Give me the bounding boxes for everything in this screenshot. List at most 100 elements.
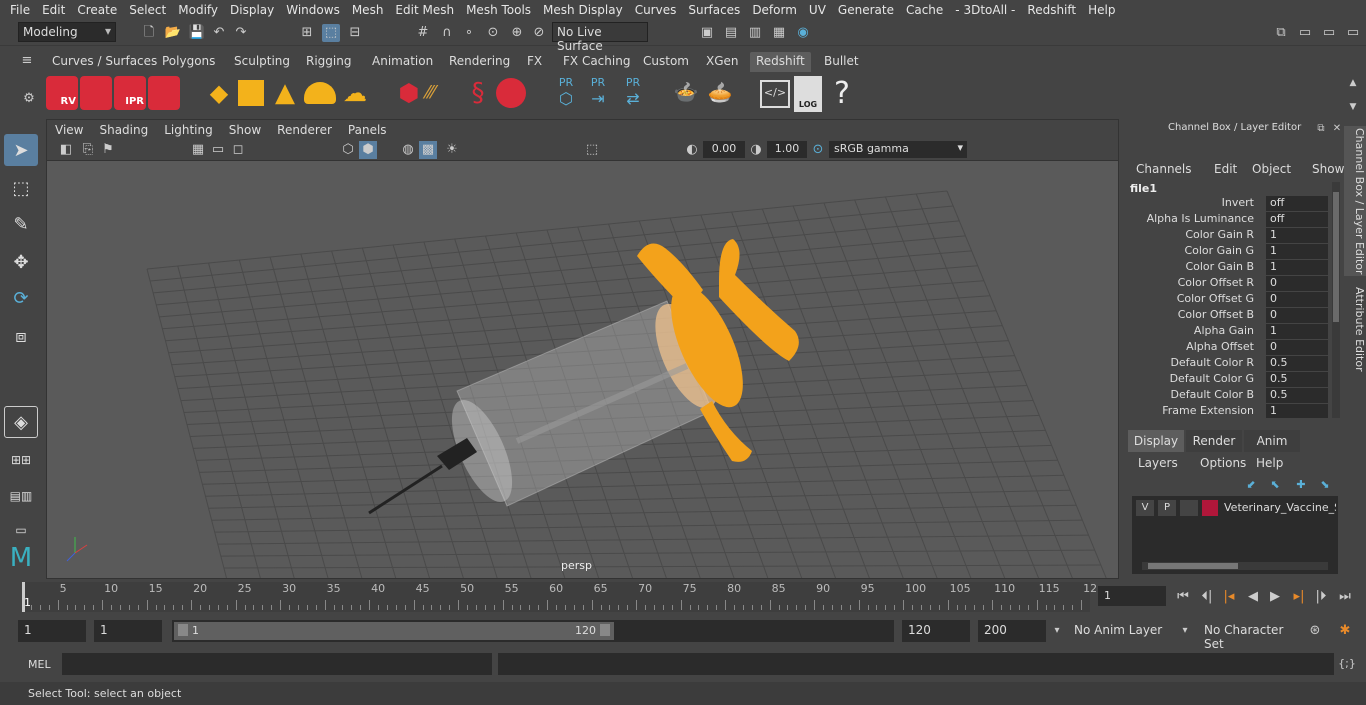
- layer-menu-help[interactable]: Help: [1256, 456, 1283, 470]
- channel-attr-row[interactable]: Color Offset B 0: [1122, 308, 1332, 324]
- rs-pr-button-2[interactable]: PR ⇥: [586, 76, 610, 110]
- menu-modify[interactable]: Modify: [172, 3, 224, 17]
- lasso-tool-icon[interactable]: ⬚: [4, 172, 38, 204]
- character-set-select[interactable]: No Character Set: [1198, 620, 1298, 651]
- snap-point-icon[interactable]: ∘: [460, 24, 478, 42]
- time-ruler[interactable]: 5 10 15 20 25 30 35 40 45 50 55 60 65 70 75 80 85 90 95 100…: [22, 582, 1097, 612]
- viewport-menu-view[interactable]: View: [47, 123, 91, 137]
- mode-selector[interactable]: Modeling ▾: [18, 22, 116, 42]
- menu-edit-mesh[interactable]: Edit Mesh: [389, 3, 460, 17]
- viewport-menu-renderer[interactable]: Renderer: [269, 123, 340, 137]
- channel-attr-value[interactable]: 1: [1266, 244, 1328, 259]
- attr-scrollbar[interactable]: [1332, 182, 1340, 418]
- channel-attr-row[interactable]: Default Color G 0.5: [1122, 372, 1332, 388]
- channel-menu-show[interactable]: Show: [1312, 162, 1344, 176]
- rs-sphere-icon[interactable]: [496, 78, 526, 108]
- layer-move-icon[interactable]: ⬉: [1266, 476, 1284, 494]
- rs-proxy-icon[interactable]: ⬢: [396, 78, 422, 108]
- menu-mesh[interactable]: Mesh: [346, 3, 390, 17]
- select-object-icon[interactable]: ⬚: [322, 24, 340, 42]
- film-gate-icon[interactable]: ▭: [209, 141, 227, 159]
- channel-attr-row[interactable]: Default Color R 0.5: [1122, 356, 1332, 372]
- go-to-start-icon[interactable]: ⏮: [1174, 588, 1192, 606]
- open-scene-icon[interactable]: 📂: [164, 24, 182, 42]
- isolate-icon[interactable]: ⬚: [583, 141, 601, 159]
- redo-icon[interactable]: ↷: [232, 24, 250, 42]
- step-forward-key-icon[interactable]: |⏵: [1312, 588, 1330, 606]
- rs-log-icon[interactable]: LOG: [794, 76, 822, 112]
- play-forward-icon[interactable]: ▶: [1266, 588, 1284, 606]
- chevron-down-icon[interactable]: ▾: [1176, 622, 1194, 640]
- channel-attr-row[interactable]: Default Color B 0.5: [1122, 388, 1332, 404]
- shelf-tab-polygons[interactable]: Polygons: [156, 52, 221, 72]
- snap-grid-icon[interactable]: #: [414, 24, 432, 42]
- menu-cache[interactable]: Cache: [900, 3, 949, 17]
- lighting-icon[interactable]: ☀: [443, 141, 461, 159]
- perspective-viewport[interactable]: View Shading Lighting Show Renderer Panels ◧ …: [46, 119, 1119, 579]
- select-tool-icon[interactable]: ➤: [4, 134, 38, 166]
- channel-menu-object[interactable]: Object: [1252, 162, 1291, 176]
- step-back-frame-icon[interactable]: |◂: [1220, 588, 1238, 606]
- channel-attr-value[interactable]: 1: [1266, 228, 1328, 243]
- snap-magnet-icon[interactable]: ⊘: [530, 24, 548, 42]
- viewport-menu-panels[interactable]: Panels: [340, 123, 395, 137]
- layer-add-selected-icon[interactable]: ⬊: [1316, 476, 1334, 494]
- channel-attr-row[interactable]: Color Offset R 0: [1122, 276, 1332, 292]
- layer-menu-layers[interactable]: Layers: [1138, 456, 1178, 470]
- rs-hair-icon[interactable]: ⁄⁄⁄: [426, 80, 456, 106]
- exposure-icon[interactable]: ◐: [683, 141, 701, 159]
- playback-end-field[interactable]: 120: [902, 620, 970, 642]
- exposure-field[interactable]: 0.00: [703, 141, 745, 158]
- chevron-down-icon[interactable]: ▾: [1048, 622, 1066, 640]
- soft-select-icon[interactable]: ◈: [4, 406, 38, 438]
- rs-area-light-icon[interactable]: [238, 80, 264, 106]
- ipr-render-icon[interactable]: ▥: [746, 24, 764, 42]
- playback-start-field[interactable]: 1: [94, 620, 162, 642]
- shelf-tab-curves-surfaces[interactable]: Curves / Surfaces: [46, 52, 163, 72]
- snap-curve-icon[interactable]: ∩: [438, 24, 456, 42]
- anim-prefs-icon[interactable]: ✱: [1336, 622, 1354, 640]
- menu-uv[interactable]: UV: [803, 3, 832, 17]
- shelf-settings-icon[interactable]: ⚙: [20, 90, 38, 108]
- layer-color-swatch[interactable]: [1202, 500, 1218, 516]
- channel-attr-value[interactable]: 1: [1266, 324, 1328, 339]
- viewport-menu-lighting[interactable]: Lighting: [156, 123, 221, 137]
- gamma-field[interactable]: 1.00: [767, 141, 807, 158]
- shelf-tab-sculpting[interactable]: Sculpting: [228, 52, 296, 72]
- layout-single-icon[interactable]: ⊞⊞: [4, 444, 38, 476]
- shelf-menu-icon[interactable]: ≡: [18, 52, 36, 70]
- select-component-icon[interactable]: ⊟: [346, 24, 364, 42]
- rs-dome-light-icon[interactable]: [304, 82, 336, 104]
- channel-attr-value[interactable]: 0: [1266, 276, 1328, 291]
- save-scene-icon[interactable]: 💾: [188, 24, 206, 42]
- rs-spot-light-icon[interactable]: ▲: [272, 78, 298, 108]
- menu-mesh-tools[interactable]: Mesh Tools: [460, 3, 537, 17]
- menu-generate[interactable]: Generate: [832, 3, 900, 17]
- textured-icon[interactable]: ◍: [399, 141, 417, 159]
- rs-render-settings-button[interactable]: [148, 76, 180, 110]
- channel-attr-row[interactable]: Alpha Gain 1: [1122, 324, 1332, 340]
- channel-menu-channels[interactable]: Channels: [1136, 162, 1192, 176]
- layer-new-empty-icon[interactable]: ⬋: [1242, 476, 1260, 494]
- shelf-tab-fx-caching[interactable]: FX Caching: [557, 52, 636, 72]
- rs-pr-button-3[interactable]: PR ⇄: [620, 76, 646, 110]
- shelf-scroll-up-icon[interactable]: ▲: [1344, 74, 1362, 92]
- go-to-end-icon[interactable]: ⏭: [1336, 588, 1354, 606]
- step-forward-frame-icon[interactable]: ▸|: [1290, 588, 1308, 606]
- menu-3dtoall[interactable]: - 3DtoAll -: [949, 3, 1021, 17]
- channel-attr-row[interactable]: Color Gain G 1: [1122, 244, 1332, 260]
- render-settings-icon[interactable]: ▣: [698, 24, 716, 42]
- channel-attr-value[interactable]: 0.5: [1266, 372, 1328, 387]
- menu-select[interactable]: Select: [123, 3, 172, 17]
- resolution-gate-icon[interactable]: ◻: [229, 141, 247, 159]
- shelf-tab-redshift[interactable]: Redshift: [750, 52, 811, 72]
- shelf-scroll-down-icon[interactable]: ▼: [1344, 98, 1362, 116]
- menu-mesh-display[interactable]: Mesh Display: [537, 3, 629, 17]
- toggle-panel-icon-2[interactable]: ▭: [1320, 24, 1338, 42]
- rs-bake-icon-2[interactable]: 🥧: [704, 80, 736, 106]
- menu-redshift[interactable]: Redshift: [1021, 3, 1082, 17]
- layer-hscrollbar[interactable]: [1142, 562, 1328, 570]
- shelf-tab-rendering[interactable]: Rendering: [443, 52, 516, 72]
- channel-attr-value[interactable]: off: [1266, 212, 1328, 227]
- channel-attr-value[interactable]: 0: [1266, 340, 1328, 355]
